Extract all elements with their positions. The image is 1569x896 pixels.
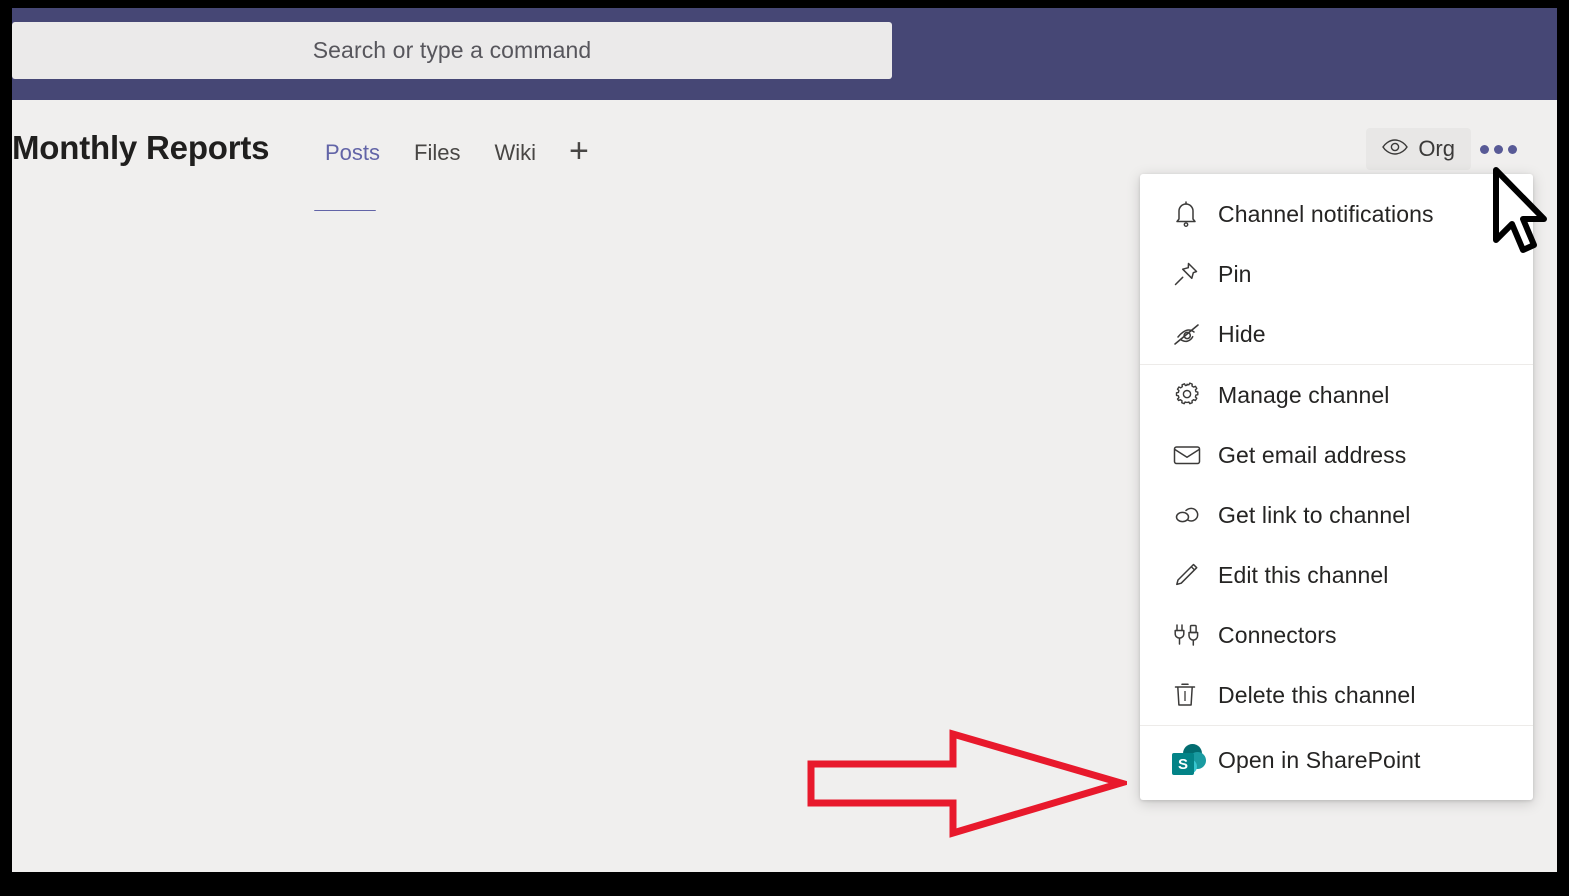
ellipsis-icon	[1493, 144, 1503, 154]
add-tab-button[interactable]: +	[553, 134, 605, 168]
menu-item-edit-this-channel[interactable]: Edit this channel	[1140, 545, 1533, 605]
channel-context-menu: Channel notifications Pin Hide Manage ch…	[1140, 174, 1533, 800]
title-bar: Search or type a command	[12, 8, 1557, 100]
link-icon	[1172, 503, 1218, 527]
envelope-icon	[1172, 443, 1218, 467]
menu-item-open-in-sharepoint[interactable]: S Open in SharePoint	[1140, 730, 1533, 790]
tab-wiki[interactable]: Wiki	[477, 136, 553, 170]
menu-item-connectors[interactable]: Connectors	[1140, 605, 1533, 665]
menu-item-pin[interactable]: Pin	[1140, 244, 1533, 304]
tab-strip: Posts Files Wiki +	[308, 134, 605, 170]
menu-item-label: Edit this channel	[1218, 561, 1389, 588]
menu-group-1: Channel notifications Pin Hide	[1140, 184, 1533, 364]
trash-icon	[1172, 680, 1218, 710]
menu-item-hide[interactable]: Hide	[1140, 304, 1533, 364]
menu-item-label: Manage channel	[1218, 381, 1390, 408]
menu-item-get-email-address[interactable]: Get email address	[1140, 425, 1533, 485]
org-label: Org	[1418, 136, 1455, 161]
menu-item-label: Connectors	[1218, 621, 1337, 648]
menu-item-label: Hide	[1218, 320, 1266, 347]
menu-item-label: Pin	[1218, 260, 1252, 287]
eye-off-icon	[1172, 321, 1218, 347]
tab-posts[interactable]: Posts	[308, 136, 397, 170]
sharepoint-icon-letter: S	[1172, 753, 1194, 775]
ellipsis-icon	[1479, 144, 1489, 154]
search-input[interactable]: Search or type a command	[12, 22, 892, 79]
menu-item-manage-channel[interactable]: Manage channel	[1140, 365, 1533, 425]
pencil-icon	[1172, 561, 1218, 589]
connectors-icon	[1172, 621, 1218, 649]
menu-group-3: S Open in SharePoint	[1140, 725, 1533, 790]
org-visibility-button[interactable]: Org	[1366, 128, 1471, 170]
page-title: Monthly Reports	[12, 129, 270, 166]
menu-item-label: Get link to channel	[1218, 501, 1411, 528]
eye-icon	[1382, 138, 1409, 161]
teams-window: Search or type a command Monthly Reports…	[12, 8, 1557, 872]
menu-group-2: Manage channel Get email address Get lin…	[1140, 364, 1533, 725]
menu-item-channel-notifications[interactable]: Channel notifications	[1140, 184, 1533, 244]
menu-item-label: Delete this channel	[1218, 681, 1416, 708]
bell-icon	[1172, 199, 1218, 229]
menu-item-label: Channel notifications	[1218, 200, 1434, 227]
pin-icon	[1172, 260, 1218, 288]
menu-item-delete-this-channel[interactable]: Delete this channel	[1140, 665, 1533, 725]
tab-files[interactable]: Files	[397, 136, 477, 170]
search-placeholder-text: Search or type a command	[312, 37, 592, 63]
menu-item-label: Open in SharePoint	[1218, 746, 1421, 773]
gear-icon	[1172, 380, 1218, 410]
ellipsis-icon	[1507, 144, 1517, 154]
sharepoint-icon: S	[1172, 744, 1218, 776]
menu-item-label: Get email address	[1218, 441, 1407, 468]
more-options-button[interactable]	[1479, 134, 1517, 164]
menu-item-get-link-to-channel[interactable]: Get link to channel	[1140, 485, 1533, 545]
